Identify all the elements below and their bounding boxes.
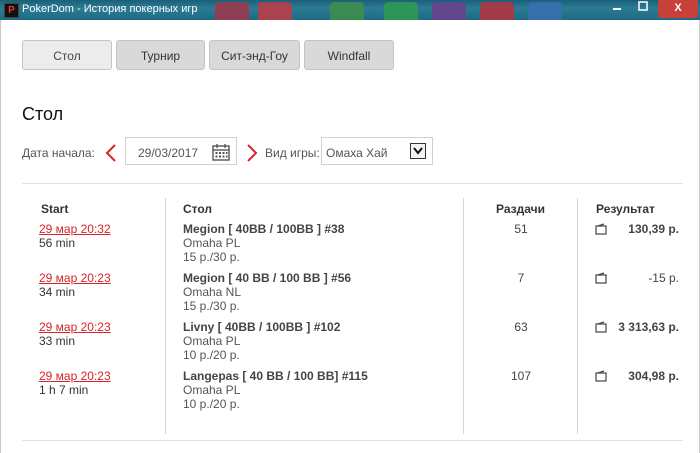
table-name: Megion [ 40BB / 100BB ] #38 [183,222,345,236]
game-type: Omaha PL [183,334,241,348]
taskbar-decoration [258,2,292,20]
table-name: Langepas [ 40 BB / 100 BB] #115 [183,369,368,383]
chevron-down-icon [413,147,423,155]
tab-windfall[interactable]: Windfall [304,40,394,70]
wallet-icon [595,370,607,382]
column-header-hands: Раздачи [496,202,545,216]
session-start-link[interactable]: 29 мар 20:23 [39,271,111,285]
stakes: 15 р./30 р. [183,299,240,313]
start-date-field[interactable]: 29/03/2017 [125,137,237,165]
taskbar-decoration [215,2,249,20]
calendar-icon[interactable] [212,143,230,161]
result-amount: 304,98 р. [628,369,679,383]
chevron-left-icon [105,144,116,162]
table-row: 29 мар 20:23 1 h 7 min Langepas [ 40 BB … [1,369,700,417]
table-row: 29 мар 20:32 56 min Megion [ 40BB / 100B… [1,222,700,270]
game-type-value: Омаха Хай [326,146,388,160]
game-type: Omaha PL [183,383,241,397]
table-row: 29 мар 20:23 34 min Megion [ 40 BB / 100… [1,271,700,319]
divider [22,440,683,441]
result-amount: 130,39 р. [628,222,679,236]
taskbar-decoration [528,2,562,20]
tab-sit-and-go[interactable]: Сит-энд-Гоу [209,40,300,70]
close-button[interactable]: X [658,0,698,18]
start-date-value: 29/03/2017 [138,146,199,160]
game-type-select[interactable]: Омаха Хай [321,137,433,165]
hands-count: 107 [510,369,532,383]
session-duration: 56 min [39,236,76,250]
hands-count: 51 [514,222,528,236]
wallet-icon [595,321,607,333]
next-date-button[interactable] [245,144,259,162]
game-type-label: Вид игры: [265,146,320,160]
taskbar-decoration [330,2,364,20]
taskbar-decoration [432,2,466,20]
tab-table[interactable]: Стол [22,40,112,70]
table-name: Megion [ 40 BB / 100 BB ] #56 [183,271,352,285]
hands-count: 7 [517,271,525,285]
game-type: Omaha NL [183,285,242,299]
app-logo-icon: P [4,3,19,18]
minimize-button[interactable] [604,0,630,18]
stakes: 10 р./20 р. [183,397,240,411]
taskbar-decoration [480,2,514,20]
prev-date-button[interactable] [104,144,118,162]
divider [22,183,683,184]
column-header-table: Стол [183,202,213,216]
table-row: 29 мар 20:23 33 min Livny [ 40BB / 100BB… [1,320,700,368]
session-start-link[interactable]: 29 мар 20:32 [39,222,111,236]
tab-tournament[interactable]: Турнир [116,40,205,70]
session-start-link[interactable]: 29 мар 20:23 [39,320,111,334]
hands-count: 63 [514,320,528,334]
wallet-icon [595,223,607,235]
start-date-label: Дата начала: [22,146,95,160]
dropdown-button[interactable] [410,143,426,159]
minimize-icon [613,8,621,10]
session-duration: 1 h 7 min [39,383,89,397]
result-amount: 3 313,63 р. [618,320,679,334]
session-duration: 33 min [39,334,76,348]
window-title: PokerDom - История покерных игр [22,3,198,15]
chevron-right-icon [247,144,258,162]
page-title: Стол [22,104,64,124]
column-header-start: Start [41,202,69,216]
maximize-icon [638,1,648,11]
game-type: Omaha PL [183,236,241,250]
stakes: 10 р./20 р. [183,348,240,362]
column-header-result: Результат [596,202,655,216]
wallet-icon [595,272,607,284]
history-window: Стол Турнир Сит-энд-Гоу Windfall Стол Да… [0,20,700,453]
result-amount: -15 р. [648,271,679,285]
maximize-button[interactable] [630,0,656,18]
session-start-link[interactable]: 29 мар 20:23 [39,369,111,383]
table-name: Livny [ 40BB / 100BB ] #102 [183,320,341,334]
session-duration: 34 min [39,285,76,299]
taskbar-decoration [384,2,418,20]
stakes: 15 р./30 р. [183,250,240,264]
title-bar: P PokerDom - История покерных игр X [0,0,700,20]
